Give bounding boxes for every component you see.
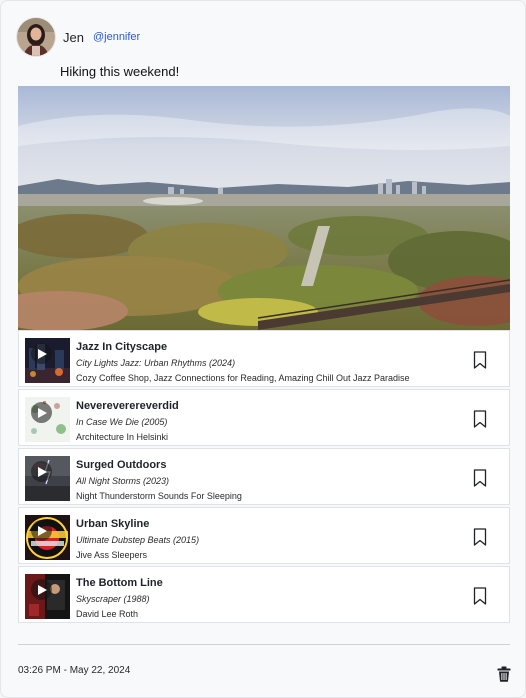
- play-icon: [38, 584, 47, 595]
- bookmark-icon: [473, 351, 487, 369]
- bookmark-button[interactable]: [473, 351, 487, 369]
- footer-divider: [18, 644, 510, 645]
- trash-icon: [497, 666, 511, 682]
- post-timestamp: 03:26 PM - May 22, 2024: [18, 665, 131, 676]
- play-icon: [38, 348, 47, 359]
- track-card[interactable]: Surged Outdoors All Night Storms (2023) …: [18, 448, 510, 505]
- play-icon: [38, 466, 47, 477]
- track-title[interactable]: Surged Outdoors: [76, 458, 461, 472]
- play-button[interactable]: [31, 579, 52, 600]
- bookmark-button[interactable]: [473, 469, 487, 487]
- bookmark-button[interactable]: [473, 410, 487, 428]
- track-album: City Lights Jazz: Urban Rhythms (2024): [76, 358, 236, 368]
- post-header: Jen @jennifer: [17, 17, 140, 57]
- track-artists: Cozy Coffee Shop, Jazz Connections for R…: [76, 373, 410, 383]
- track-album: In Case We Die (2005): [76, 417, 168, 427]
- bookmark-button[interactable]: [473, 587, 487, 605]
- play-button[interactable]: [31, 343, 52, 364]
- track-card[interactable]: Nevereverereverdid In Case We Die (2005)…: [18, 389, 510, 446]
- track-info: Surged Outdoors All Night Storms (2023) …: [76, 458, 461, 503]
- play-button[interactable]: [31, 520, 52, 541]
- avatar[interactable]: [17, 18, 55, 56]
- track-album: All Night Storms (2023): [76, 476, 170, 486]
- track-title[interactable]: Jazz In Cityscape: [76, 340, 461, 354]
- track-list: Jazz In Cityscape City Lights Jazz: Urba…: [18, 330, 510, 625]
- track-artists: Jive Ass Sleepers: [76, 550, 148, 560]
- play-button[interactable]: [31, 402, 52, 423]
- track-card[interactable]: Urban Skyline Ultimate Dubstep Beats (20…: [18, 507, 510, 564]
- track-info: The Bottom Line Skyscraper (1988) David …: [76, 576, 461, 621]
- track-album: Ultimate Dubstep Beats (2015): [76, 535, 200, 545]
- post-photo[interactable]: [18, 86, 510, 330]
- track-card[interactable]: Jazz In Cityscape City Lights Jazz: Urba…: [18, 330, 510, 387]
- author-name[interactable]: Jen: [63, 30, 84, 45]
- track-artists: David Lee Roth: [76, 609, 139, 619]
- track-artists: Night Thunderstorm Sounds For Sleeping: [76, 491, 242, 501]
- post-card: Jen @jennifer Hiking this weekend! Jazz …: [0, 0, 526, 698]
- bookmark-button[interactable]: [473, 528, 487, 546]
- play-button[interactable]: [31, 461, 52, 482]
- author-handle[interactable]: @jennifer: [93, 31, 140, 43]
- track-artists: Architecture In Helsinki: [76, 432, 169, 442]
- track-info: Nevereverereverdid In Case We Die (2005)…: [76, 399, 461, 444]
- track-title[interactable]: Nevereverereverdid: [76, 399, 461, 413]
- delete-post-button[interactable]: [497, 666, 511, 682]
- play-icon: [38, 407, 47, 418]
- track-info: Urban Skyline Ultimate Dubstep Beats (20…: [76, 517, 461, 562]
- track-album: Skyscraper (1988): [76, 594, 150, 604]
- landscape-photo: [18, 86, 510, 330]
- track-card[interactable]: The Bottom Line Skyscraper (1988) David …: [18, 566, 510, 623]
- track-title[interactable]: Urban Skyline: [76, 517, 461, 531]
- avatar-image: [17, 18, 55, 56]
- bookmark-icon: [473, 410, 487, 428]
- play-icon: [38, 525, 47, 536]
- bookmark-icon: [473, 528, 487, 546]
- bookmark-icon: [473, 587, 487, 605]
- bookmark-icon: [473, 469, 487, 487]
- post-text: Hiking this weekend!: [60, 64, 180, 79]
- track-title[interactable]: The Bottom Line: [76, 576, 461, 590]
- track-info: Jazz In Cityscape City Lights Jazz: Urba…: [76, 340, 461, 385]
